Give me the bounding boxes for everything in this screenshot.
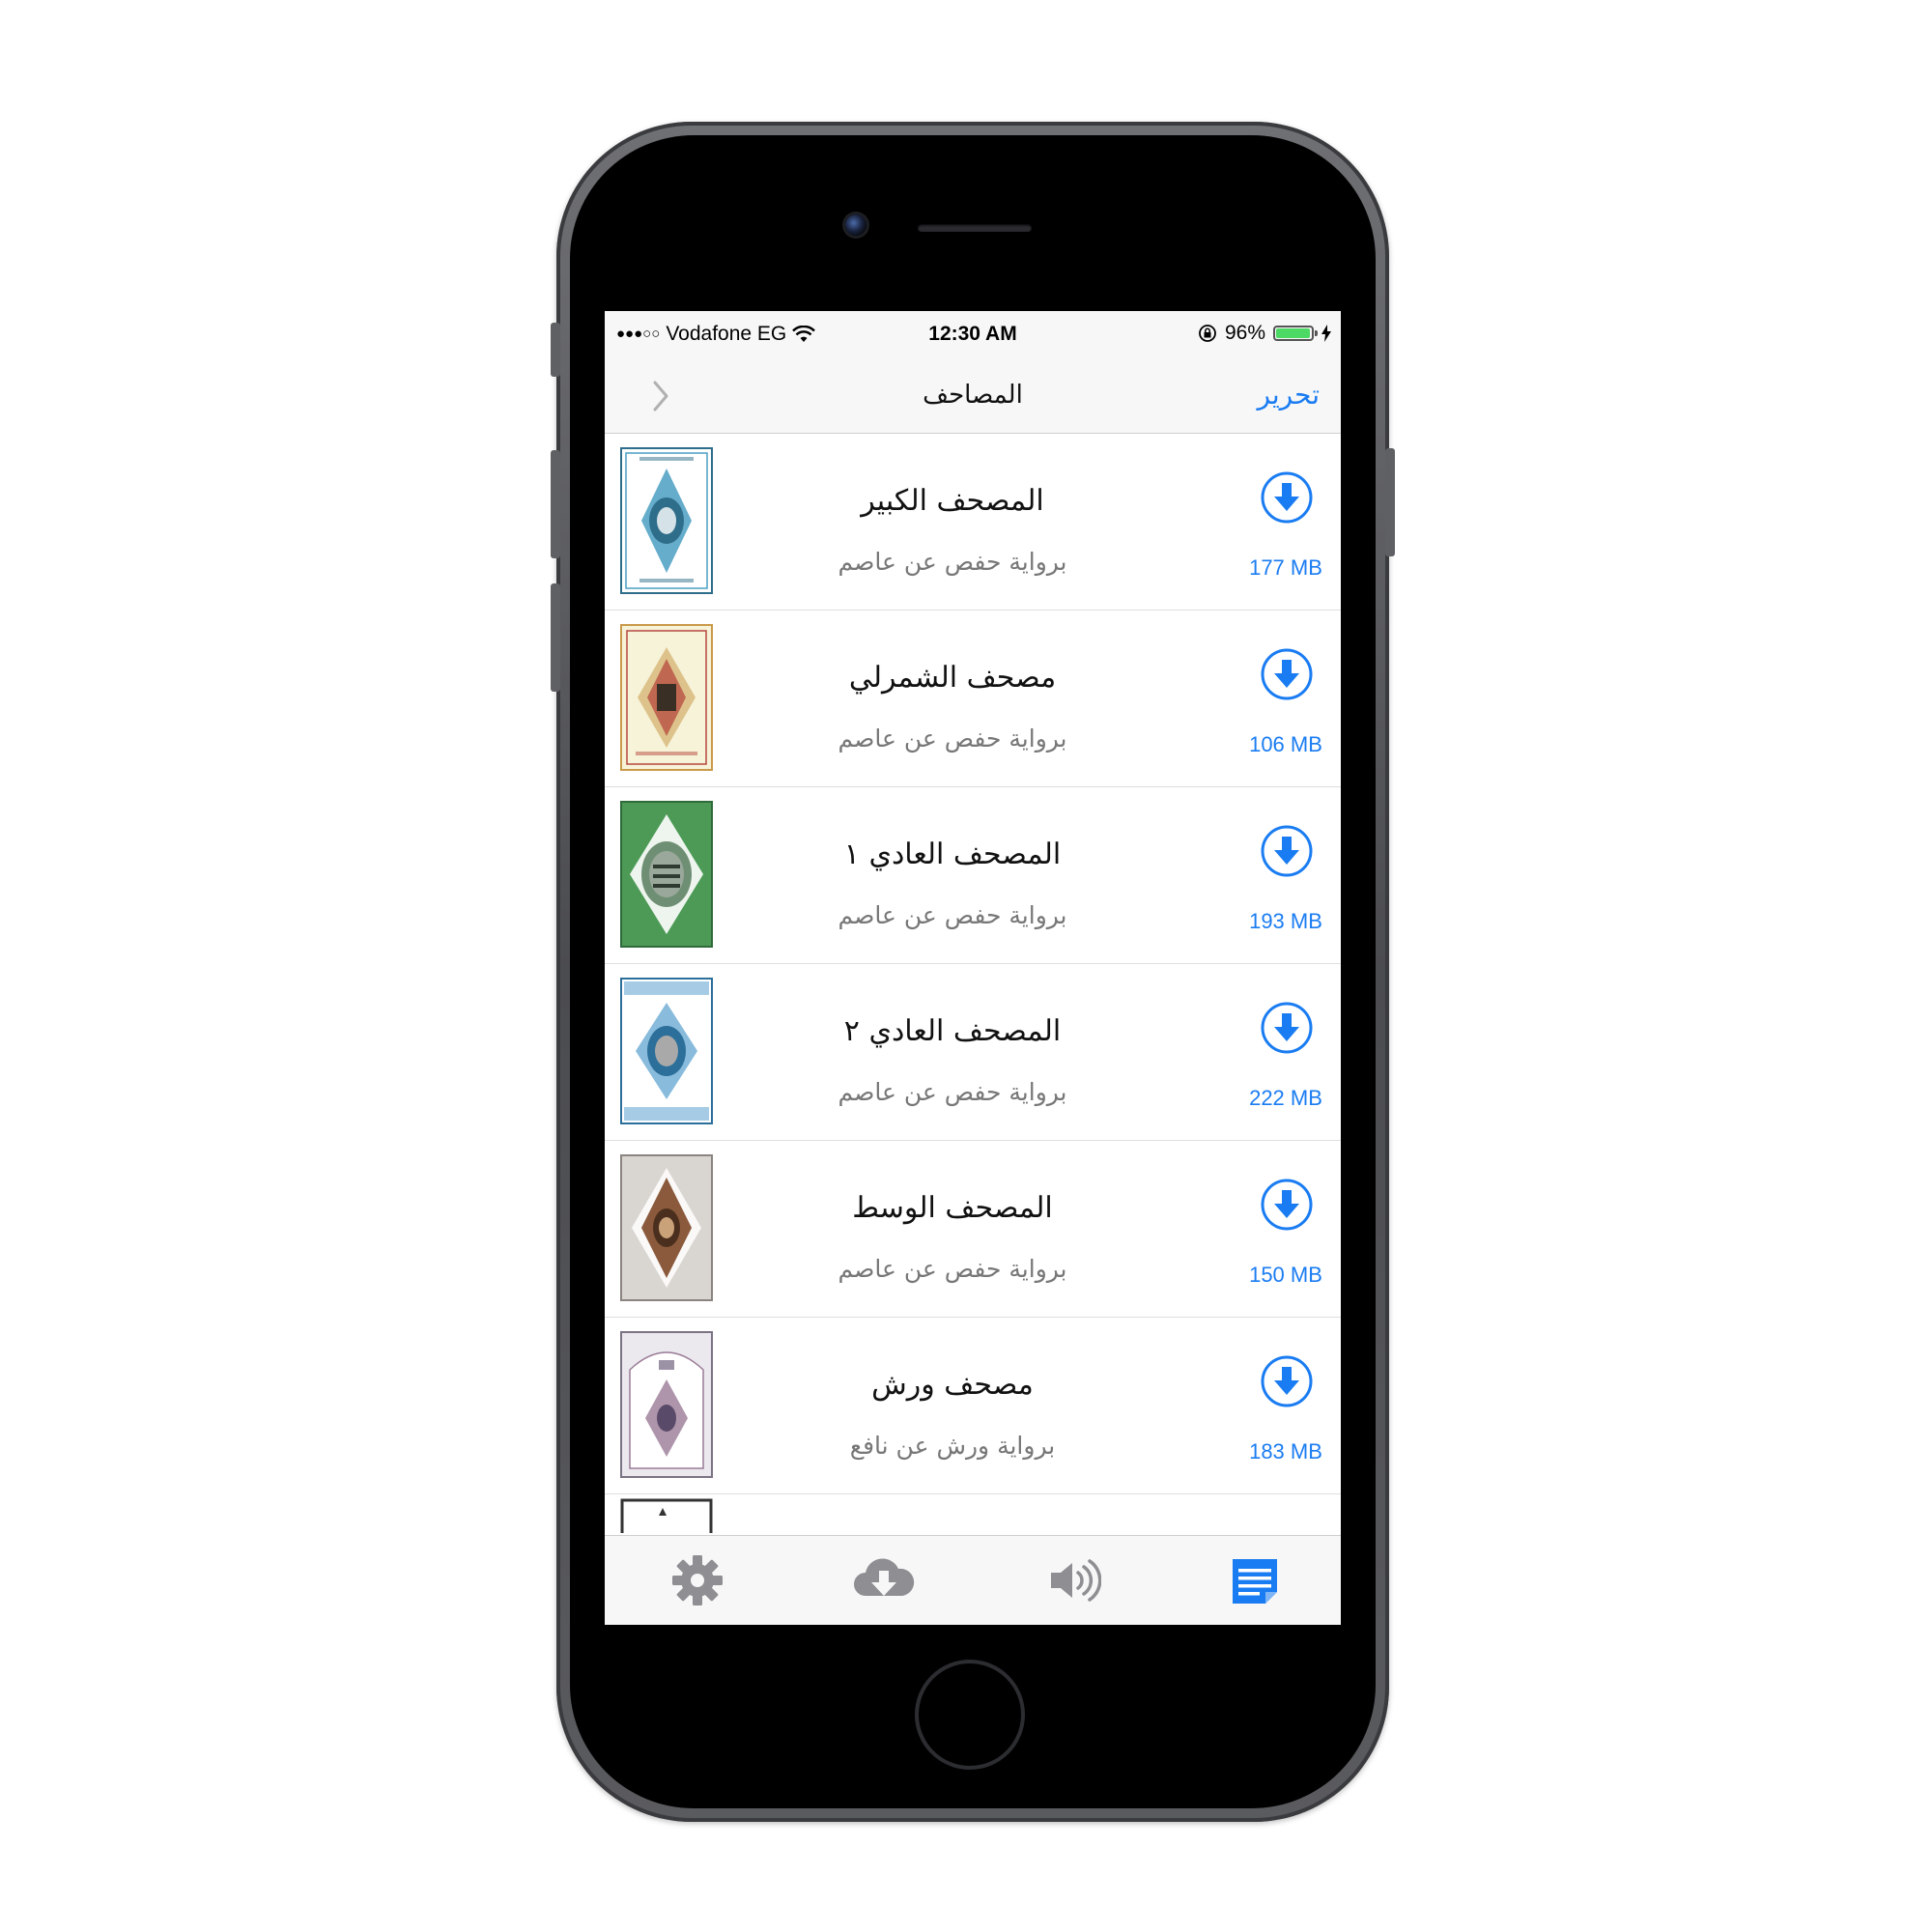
cover-thumbnail xyxy=(620,1331,713,1478)
navigation-bar: المصاحف تحرير xyxy=(605,359,1341,434)
download-size: 183 MB xyxy=(1249,1439,1322,1463)
download-size: 193 MB xyxy=(1249,909,1322,933)
battery-icon xyxy=(1273,326,1318,341)
earpiece-speaker xyxy=(918,224,1032,232)
mushaf-narration: برواية حفص عن عاصم xyxy=(838,548,1067,576)
download-icon[interactable] xyxy=(1260,647,1314,701)
battery-tip xyxy=(1315,330,1318,336)
mushaf-narration: برواية ورش عن نافع xyxy=(849,1432,1056,1460)
mushaf-list: المصحف الكبير برواية حفص عن عاصم 177 MB … xyxy=(605,434,1341,1535)
download-icon[interactable] xyxy=(1260,824,1314,878)
download-icon[interactable] xyxy=(1260,1001,1314,1055)
mushaf-title: المصحف الكبير xyxy=(861,484,1044,518)
list-item-partial xyxy=(620,1498,713,1533)
battery-level-fill xyxy=(1276,328,1310,338)
mushaf-title: المصحف الوسط xyxy=(852,1191,1053,1225)
charging-icon xyxy=(1321,325,1331,342)
mushaf-narration: برواية حفص عن عاصم xyxy=(838,1078,1067,1106)
battery-percent: 96% xyxy=(1224,322,1265,344)
download-icon[interactable] xyxy=(1260,1178,1314,1232)
download-size: 150 MB xyxy=(1249,1263,1322,1287)
volume-down-button xyxy=(551,583,560,692)
orientation-lock-icon xyxy=(1199,325,1216,342)
download-size: 106 MB xyxy=(1249,732,1322,756)
mushaf-title: مصحف الشمرلي xyxy=(848,661,1057,695)
cover-thumbnail xyxy=(620,624,713,771)
mushaf-narration: برواية حفص عن عاصم xyxy=(838,724,1067,753)
list-item[interactable]: المصحف العادي ٢ برواية حفص عن عاصم 222 M… xyxy=(605,964,1341,1141)
download-size: 177 MB xyxy=(1249,555,1322,580)
cover-thumbnail xyxy=(620,978,713,1124)
list-item[interactable]: المصحف العادي ١ برواية حفص عن عاصم 193 M… xyxy=(605,787,1341,964)
cover-thumbnail xyxy=(620,447,713,594)
cover-thumbnail xyxy=(620,801,713,948)
screen: ●●●○○ Vodafone EG 12:30 AM 96% المصاحف ت… xyxy=(605,311,1341,1625)
download-icon[interactable] xyxy=(1260,470,1314,525)
front-camera xyxy=(845,214,867,236)
download-size: 222 MB xyxy=(1249,1086,1322,1110)
mushaf-narration: برواية حفص عن عاصم xyxy=(838,1255,1067,1283)
document-list-icon[interactable] xyxy=(1227,1553,1285,1607)
home-button[interactable] xyxy=(915,1660,1025,1770)
mushaf-title: المصحف العادي ١ xyxy=(843,838,1062,871)
edit-button[interactable]: تحرير xyxy=(1257,379,1320,411)
mushaf-title: مصحف ورش xyxy=(871,1368,1034,1402)
mute-switch xyxy=(551,323,560,377)
list-item[interactable]: المصحف الكبير برواية حفص عن عاصم 177 MB xyxy=(605,434,1341,611)
download-icon[interactable] xyxy=(1260,1354,1314,1408)
status-right: 96% xyxy=(1198,322,1331,344)
speaker-icon[interactable] xyxy=(1043,1553,1101,1607)
mushaf-title: المصحف العادي ٢ xyxy=(843,1014,1062,1048)
list-item[interactable]: المصحف الوسط برواية حفص عن عاصم 150 MB xyxy=(605,1141,1341,1318)
cloud-download-icon[interactable] xyxy=(852,1553,916,1607)
list-item[interactable]: مصحف الشمرلي برواية حفص عن عاصم 106 MB xyxy=(605,611,1341,787)
list-item[interactable]: مصحف ورش برواية ورش عن نافع 183 MB xyxy=(605,1318,1341,1494)
mushaf-narration: برواية حفص عن عاصم xyxy=(838,901,1067,929)
page-title: المصاحف xyxy=(923,381,1023,410)
volume-up-button xyxy=(551,450,560,558)
status-bar: ●●●○○ Vodafone EG 12:30 AM 96% xyxy=(605,311,1341,359)
cover-thumbnail xyxy=(620,1154,713,1301)
power-button xyxy=(1385,448,1395,556)
gear-icon[interactable] xyxy=(668,1553,726,1607)
tab-bar xyxy=(605,1535,1341,1625)
